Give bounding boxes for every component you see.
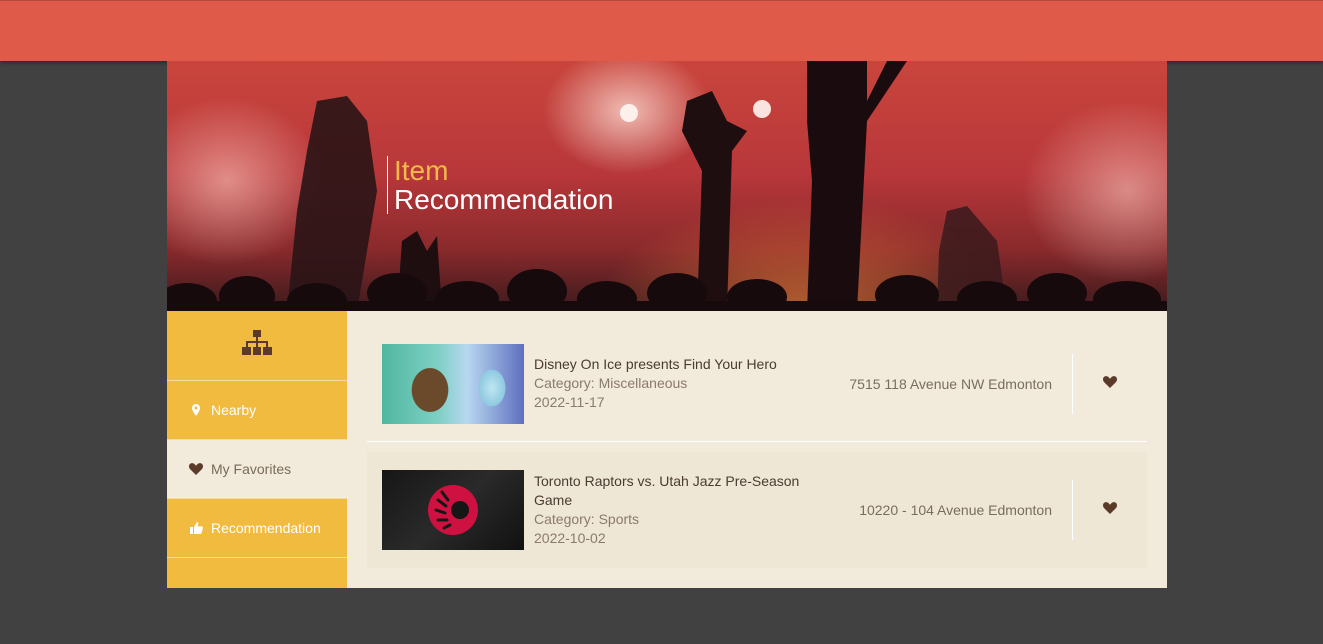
item-info: Disney On Ice presents Find Your Hero Ca… xyxy=(534,355,824,412)
page-container: Item Recommendation Nearby My Favorites … xyxy=(167,61,1167,588)
page-title: Item Recommendation xyxy=(387,156,613,214)
title-line-item: Item xyxy=(394,155,449,186)
sidebar-item-label: My Favorites xyxy=(211,461,292,477)
item-list: Disney On Ice presents Find Your Hero Ca… xyxy=(347,311,1167,588)
heart-icon xyxy=(1103,375,1117,393)
item-image xyxy=(382,470,524,550)
heart-icon xyxy=(187,463,205,475)
item-info: Toronto Raptors vs. Utah Jazz Pre-Season… xyxy=(534,472,824,548)
sidebar-item-label: Nearby xyxy=(211,402,257,418)
sidebar: Nearby My Favorites Recommendation xyxy=(167,311,347,588)
thumbs-up-icon xyxy=(187,522,205,534)
hero-banner: Item Recommendation xyxy=(167,61,1167,311)
favorite-button[interactable] xyxy=(1072,353,1147,414)
item-address: 10220 - 104 Avenue Edmonton xyxy=(859,502,1052,518)
sidebar-item-my-favorites[interactable]: My Favorites xyxy=(167,440,347,499)
sidebar-item-label: Recommendation xyxy=(211,520,321,536)
list-item: Toronto Raptors vs. Utah Jazz Pre-Season… xyxy=(367,452,1147,568)
top-bar xyxy=(0,0,1323,61)
item-date: 2022-11-17 xyxy=(534,394,605,410)
item-name[interactable]: Disney On Ice presents Find Your Hero xyxy=(534,355,824,374)
title-line-recommendation: Recommendation xyxy=(394,184,614,215)
item-name[interactable]: Toronto Raptors vs. Utah Jazz Pre-Season… xyxy=(534,472,824,510)
heart-icon xyxy=(1103,501,1117,519)
raptors-logo-icon xyxy=(428,485,478,535)
favorite-button[interactable] xyxy=(1072,480,1147,540)
map-marker-icon xyxy=(187,404,205,416)
list-item: Disney On Ice presents Find Your Hero Ca… xyxy=(367,326,1147,442)
item-date: 2022-10-02 xyxy=(534,530,606,546)
sidebar-item-nearby[interactable]: Nearby xyxy=(167,381,347,440)
concert-crowd-image xyxy=(167,61,1167,311)
item-category: Category: Sports xyxy=(534,511,640,527)
sitemap-icon xyxy=(242,330,272,361)
item-image xyxy=(382,343,524,424)
sidebar-item-recommendation[interactable]: Recommendation xyxy=(167,499,347,558)
item-category: Category: Miscellaneous xyxy=(534,375,688,391)
item-address: 7515 118 Avenue NW Edmonton xyxy=(849,375,1052,392)
sidebar-logo xyxy=(167,311,347,381)
